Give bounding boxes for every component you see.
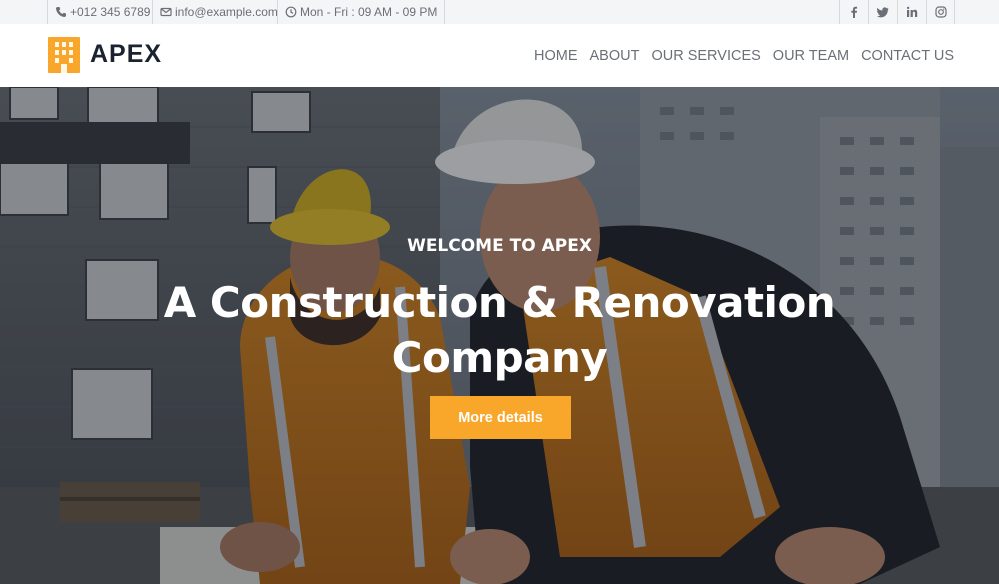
hero-section: WELCOME TO APEX A Construction & Renovat… <box>0 87 999 584</box>
top-bar: +012 345 6789 info@example.com Mon - Fri… <box>0 0 999 24</box>
primary-nav: HOME ABOUT OUR SERVICES OUR TEAM CONTACT… <box>522 24 954 87</box>
twitter-icon[interactable] <box>868 0 897 24</box>
hours-text: Mon - Fri : 09 AM - 09 PM <box>300 5 438 19</box>
hero-title-line-1: A Construction & Renovation <box>163 278 836 327</box>
email-address: info@example.com <box>175 5 278 19</box>
facebook-icon[interactable] <box>839 0 868 24</box>
contact-email[interactable]: info@example.com <box>152 0 285 24</box>
nav-contact-us[interactable]: CONTACT US <box>861 48 954 64</box>
nav-our-services[interactable]: OUR SERVICES <box>651 48 760 64</box>
nav-about[interactable]: ABOUT <box>590 48 640 64</box>
clock-icon <box>285 6 297 18</box>
contact-phone[interactable]: +012 345 6789 <box>47 0 157 24</box>
more-details-button[interactable]: More details <box>430 396 571 439</box>
hero-subtitle: WELCOME TO APEX <box>407 236 592 256</box>
building-icon <box>47 35 81 73</box>
nav-our-team[interactable]: OUR TEAM <box>773 48 849 64</box>
social-links <box>839 0 955 24</box>
brand-name: APEX <box>90 39 163 68</box>
phone-number: +012 345 6789 <box>70 5 151 19</box>
hero-title-line-2: Company <box>391 333 608 382</box>
brand-logo[interactable]: APEX <box>47 35 162 73</box>
linkedin-icon[interactable] <box>897 0 926 24</box>
main-navbar: APEX HOME ABOUT OUR SERVICES OUR TEAM CO… <box>0 24 999 87</box>
envelope-icon <box>160 6 172 18</box>
instagram-icon[interactable] <box>926 0 955 24</box>
hero-title: A Construction & Renovation Company <box>120 275 879 385</box>
phone-icon <box>55 6 67 18</box>
nav-home[interactable]: HOME <box>534 48 578 64</box>
business-hours: Mon - Fri : 09 AM - 09 PM <box>277 0 446 24</box>
